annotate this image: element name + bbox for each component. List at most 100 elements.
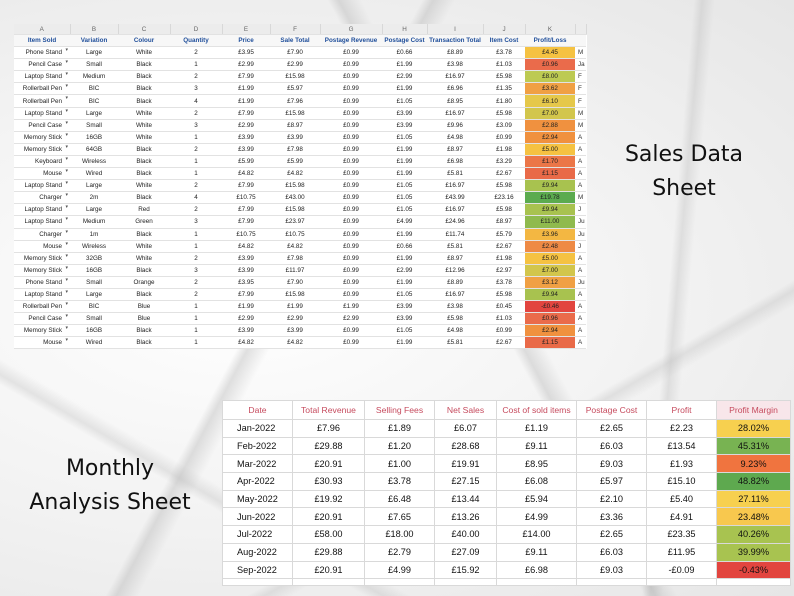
- sales-cell[interactable]: £5.98: [483, 179, 526, 193]
- empty-cell[interactable]: [292, 578, 365, 587]
- sales-cell[interactable]: £1.80: [483, 94, 526, 108]
- sales-cell[interactable]: £0.99: [320, 46, 383, 60]
- profit-loss-cell[interactable]: £1.70: [525, 155, 576, 169]
- monthly-cell[interactable]: £9.11: [496, 436, 577, 456]
- column-letter-1[interactable]: B: [70, 24, 119, 35]
- sales-cell[interactable]: £1.99: [382, 167, 428, 181]
- sales-cell[interactable]: £7.99: [222, 203, 271, 217]
- item-dropdown-icon[interactable]: [62, 240, 71, 253]
- sales-cell[interactable]: £1.99: [222, 94, 271, 108]
- sales-cell[interactable]: White: [118, 46, 171, 60]
- truncated-cell[interactable]: Ju: [575, 215, 587, 229]
- sales-cell[interactable]: Wired: [70, 336, 119, 350]
- profit-loss-cell[interactable]: £2.48: [525, 240, 576, 253]
- item-sold-cell[interactable]: Memory Stick: [14, 264, 62, 277]
- sales-cell[interactable]: £5.98: [483, 70, 526, 84]
- sales-cell[interactable]: £6.98: [427, 155, 484, 169]
- sales-cell[interactable]: £0.99: [483, 324, 526, 338]
- sales-cell[interactable]: £4.82: [270, 167, 321, 181]
- monthly-cell[interactable]: £1.19: [496, 419, 577, 438]
- sales-cell[interactable]: Black: [118, 336, 171, 350]
- sales-cell[interactable]: £5.99: [222, 155, 271, 169]
- monthly-cell[interactable]: £13.26: [434, 507, 497, 527]
- empty-cell[interactable]: [496, 578, 577, 587]
- sales-cell[interactable]: £5.99: [270, 155, 321, 169]
- sales-cell[interactable]: BIC: [70, 94, 119, 108]
- sales-cell[interactable]: White: [118, 240, 171, 253]
- item-sold-cell[interactable]: Laptop Stand: [14, 70, 62, 84]
- monthly-cell[interactable]: £30.93: [292, 472, 365, 491]
- sales-cell[interactable]: £3.09: [483, 119, 526, 132]
- monthly-cell[interactable]: £2.65: [576, 419, 647, 438]
- sales-cell[interactable]: £8.95: [427, 94, 484, 108]
- item-dropdown-icon[interactable]: [62, 336, 71, 350]
- monthly-cell[interactable]: £3.36: [576, 507, 647, 527]
- item-dropdown-icon[interactable]: [62, 215, 71, 229]
- monthly-cell[interactable]: £5.40: [646, 489, 717, 509]
- sales-cell[interactable]: Black: [118, 228, 171, 241]
- monthly-cell[interactable]: £6.48: [364, 489, 435, 509]
- item-sold-cell[interactable]: Memory Stick: [14, 131, 62, 144]
- monthly-cell[interactable]: £1.93: [646, 454, 717, 474]
- truncated-cell[interactable]: Ja: [575, 58, 587, 72]
- sales-cell[interactable]: £4.82: [270, 336, 321, 350]
- sales-cell[interactable]: Black: [118, 264, 171, 277]
- sales-cell[interactable]: £1.98: [483, 252, 526, 265]
- sales-cell[interactable]: £1.03: [483, 58, 526, 72]
- sales-cell[interactable]: £24.96: [427, 215, 484, 229]
- sales-cell[interactable]: Blue: [118, 312, 171, 326]
- sales-cell[interactable]: Small: [70, 312, 119, 326]
- sales-cell[interactable]: £11.97: [270, 264, 321, 277]
- monthly-cell[interactable]: £18.00: [364, 525, 435, 544]
- sales-cell[interactable]: £1.99: [382, 58, 428, 72]
- sales-cell[interactable]: £3.99: [382, 119, 428, 132]
- profit-margin-cell[interactable]: 28.02%: [716, 419, 791, 438]
- sales-cell[interactable]: 16GB: [70, 324, 119, 338]
- sales-cell[interactable]: £1.99: [382, 336, 428, 350]
- monthly-cell[interactable]: £1.00: [364, 454, 435, 474]
- sales-cell[interactable]: £1.99: [222, 300, 271, 314]
- profit-loss-cell[interactable]: £19.78: [525, 191, 576, 205]
- profit-loss-cell[interactable]: £3.62: [525, 82, 576, 96]
- profit-loss-cell[interactable]: £2.94: [525, 324, 576, 338]
- sales-cell[interactable]: £7.99: [222, 288, 271, 302]
- item-dropdown-icon[interactable]: [62, 191, 71, 205]
- column-letter-3[interactable]: D: [170, 24, 223, 35]
- sales-cell[interactable]: £3.99: [222, 131, 271, 144]
- sales-cell[interactable]: £0.99: [320, 264, 383, 277]
- sales-cell[interactable]: £16.97: [427, 107, 484, 120]
- profit-loss-cell[interactable]: £9.94: [525, 203, 576, 217]
- month-cell[interactable]: Jul-2022: [222, 525, 293, 544]
- profit-loss-cell[interactable]: £0.96: [525, 312, 576, 326]
- monthly-cell[interactable]: £1.20: [364, 436, 435, 456]
- sales-cell[interactable]: £8.89: [427, 276, 484, 289]
- sales-cell[interactable]: £1.99: [382, 155, 428, 169]
- profit-margin-cell[interactable]: 40.26%: [716, 525, 791, 544]
- sales-cell[interactable]: £43.99: [427, 191, 484, 205]
- sales-cell[interactable]: 2: [170, 288, 223, 302]
- column-letter-4[interactable]: E: [222, 24, 271, 35]
- truncated-cell[interactable]: A: [575, 264, 587, 277]
- sales-cell[interactable]: £7.98: [270, 252, 321, 265]
- sales-cell[interactable]: £1.99: [382, 252, 428, 265]
- sales-cell[interactable]: Green: [118, 215, 171, 229]
- sales-cell[interactable]: Small: [70, 119, 119, 132]
- item-dropdown-icon[interactable]: [62, 203, 71, 217]
- item-dropdown-icon[interactable]: [62, 312, 71, 326]
- item-sold-cell[interactable]: Laptop Stand: [14, 107, 62, 120]
- month-cell[interactable]: Feb-2022: [222, 436, 293, 456]
- monthly-cell[interactable]: £19.92: [292, 489, 365, 509]
- item-sold-cell[interactable]: Laptop Stand: [14, 215, 62, 229]
- sales-cell[interactable]: £1.99: [270, 300, 321, 314]
- item-dropdown-icon[interactable]: [62, 82, 71, 96]
- monthly-cell[interactable]: £15.10: [646, 472, 717, 491]
- truncated-cell[interactable]: F: [575, 70, 587, 84]
- sales-cell[interactable]: 4: [170, 94, 223, 108]
- sales-cell[interactable]: £0.45: [483, 300, 526, 314]
- sales-cell[interactable]: £16.97: [427, 203, 484, 217]
- item-sold-cell[interactable]: Keyboard: [14, 155, 62, 169]
- column-letter-5[interactable]: F: [270, 24, 321, 35]
- sales-cell[interactable]: Wireless: [70, 155, 119, 169]
- monthly-cell[interactable]: £7.65: [364, 507, 435, 527]
- item-sold-cell[interactable]: Pencil Case: [14, 119, 62, 132]
